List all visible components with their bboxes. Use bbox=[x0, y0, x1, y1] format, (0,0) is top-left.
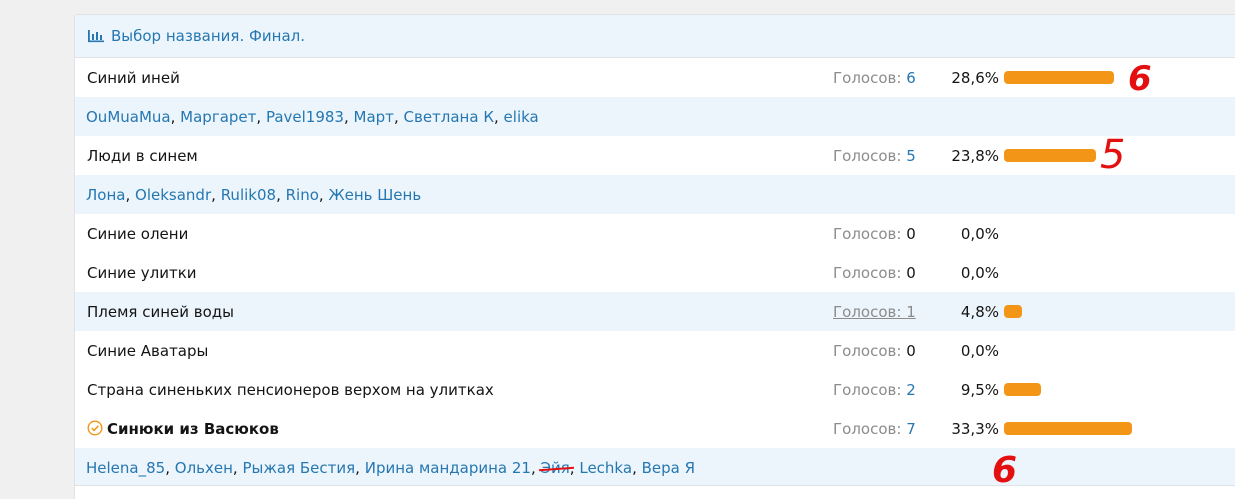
voter-link[interactable]: OuMuaMua bbox=[86, 108, 171, 126]
voter-separator: , bbox=[232, 458, 238, 477]
voter-separator: , bbox=[256, 107, 262, 126]
voter-link[interactable]: Pavel1983 bbox=[266, 108, 344, 126]
check-circle-icon bbox=[87, 419, 103, 436]
voters-row: Лона, Oleksandr, Rulik08, Rino, Жень Шен… bbox=[75, 175, 1235, 214]
voter-link[interactable]: Вера Я bbox=[642, 459, 695, 477]
voter-separator: , bbox=[632, 458, 637, 477]
voter-separator: , bbox=[493, 107, 499, 126]
option-label: Синий иней bbox=[87, 68, 180, 87]
vote-percent: 0,0% bbox=[960, 341, 999, 360]
option-label: Синие улитки bbox=[87, 263, 197, 282]
votes-count[interactable]: Голосов: 5 bbox=[833, 147, 916, 165]
voter-separator: , bbox=[355, 458, 360, 477]
voter-separator: , bbox=[343, 107, 349, 126]
voter-link[interactable]: Oleksandr bbox=[135, 186, 211, 204]
voter-separator: , bbox=[276, 185, 281, 204]
voter-link[interactable]: Лона bbox=[86, 186, 125, 204]
option-label: Синие олени bbox=[87, 224, 189, 243]
vote-percent: 0,0% bbox=[960, 263, 999, 282]
vote-bar bbox=[1004, 383, 1041, 396]
vote-bar bbox=[1004, 71, 1114, 84]
vote-bar bbox=[1004, 422, 1132, 435]
poll-option-row: Синие улитки Голосов: 0 0,0% bbox=[75, 253, 1235, 292]
voter-separator: , bbox=[211, 185, 216, 204]
poll-panel: Выбор названия. Финал. Синий иней Голосо… bbox=[74, 14, 1235, 499]
vote-percent: 23,8% bbox=[951, 146, 999, 165]
voter-link[interactable]: Эйя bbox=[541, 459, 570, 477]
voter-link[interactable]: Март bbox=[354, 108, 394, 126]
next-row-edge bbox=[75, 485, 1235, 499]
voters-row: Helena_85, Ольхен, Рыжая Бестия, Ирина м… bbox=[75, 448, 1235, 487]
vote-percent: 33,3% bbox=[951, 419, 999, 438]
voter-link[interactable]: Rino bbox=[286, 186, 319, 204]
poll-title: Выбор названия. Финал. bbox=[111, 27, 305, 45]
votes-count-link[interactable]: Голосов: 1 bbox=[833, 303, 916, 321]
voter-link[interactable]: Ольхен bbox=[175, 459, 233, 477]
voter-link[interactable]: Светлана К bbox=[404, 108, 494, 126]
option-label: Синие Аватары bbox=[87, 341, 209, 360]
voter-separator: , bbox=[170, 107, 176, 126]
votes-count: Голосов: 0 bbox=[833, 341, 916, 360]
option-label: Племя синей воды bbox=[87, 302, 234, 321]
voter-link[interactable]: Жень Шень bbox=[328, 186, 421, 204]
voters-row: OuMuaMua, Маргарет, Pavel1983, Март, Све… bbox=[75, 97, 1235, 136]
voter-separator: , bbox=[165, 458, 170, 477]
votes-count[interactable]: Голосов: 7 bbox=[833, 420, 916, 438]
vote-bar bbox=[1004, 305, 1022, 318]
voter-separator: , bbox=[530, 458, 536, 477]
poll-option-row: Синие Аватары Голосов: 0 0,0% bbox=[75, 331, 1235, 370]
voter-separator: , bbox=[393, 107, 399, 126]
poll-header: Выбор названия. Финал. bbox=[75, 15, 1235, 58]
poll-option-row: Страна синеньких пенсионеров верхом на у… bbox=[75, 370, 1235, 409]
poll-option-row: Люди в синем Голосов: 5 23,8% bbox=[75, 136, 1235, 175]
votes-count: Голосов: 0 bbox=[833, 263, 916, 282]
votes-count[interactable]: Голосов: 6 bbox=[833, 69, 916, 87]
vote-percent: 0,0% bbox=[960, 224, 999, 243]
vote-percent: 4,8% bbox=[960, 302, 999, 321]
voter-link[interactable]: Rulik08 bbox=[221, 186, 276, 204]
voter-link[interactable]: Helena_85 bbox=[86, 459, 165, 477]
voter-link[interactable]: elika bbox=[504, 108, 539, 126]
option-label-winner: Синюки из Васюков bbox=[87, 420, 279, 438]
voter-separator: , bbox=[125, 185, 131, 204]
option-label: Страна синеньких пенсионеров верхом на у… bbox=[87, 380, 494, 399]
poll-option-row: Синий иней Голосов: 6 28,6% bbox=[75, 58, 1235, 97]
voter-link[interactable]: Маргарет bbox=[180, 108, 256, 126]
vote-percent: 28,6% bbox=[951, 68, 999, 87]
poll-option-row: Синие олени Голосов: 0 0,0% bbox=[75, 214, 1235, 253]
voter-link[interactable]: Ирина мандарина 21 bbox=[365, 459, 531, 477]
votes-count: Голосов: 0 bbox=[833, 224, 916, 243]
votes-count[interactable]: Голосов: 2 bbox=[833, 381, 916, 399]
voter-separator: , bbox=[318, 185, 324, 204]
poll-option-row-winner: Синюки из Васюков Голосов: 7 33,3% bbox=[75, 409, 1235, 448]
vote-percent: 9,5% bbox=[960, 380, 999, 399]
voter-link[interactable]: Lechka bbox=[579, 459, 632, 477]
bar-chart-icon bbox=[88, 30, 104, 43]
voter-link[interactable]: Рыжая Бестия bbox=[242, 459, 355, 477]
vote-bar bbox=[1004, 149, 1096, 162]
option-label: Люди в синем bbox=[87, 146, 198, 165]
poll-option-row: Племя синей воды Голосов: 1 4,8% bbox=[75, 292, 1235, 331]
